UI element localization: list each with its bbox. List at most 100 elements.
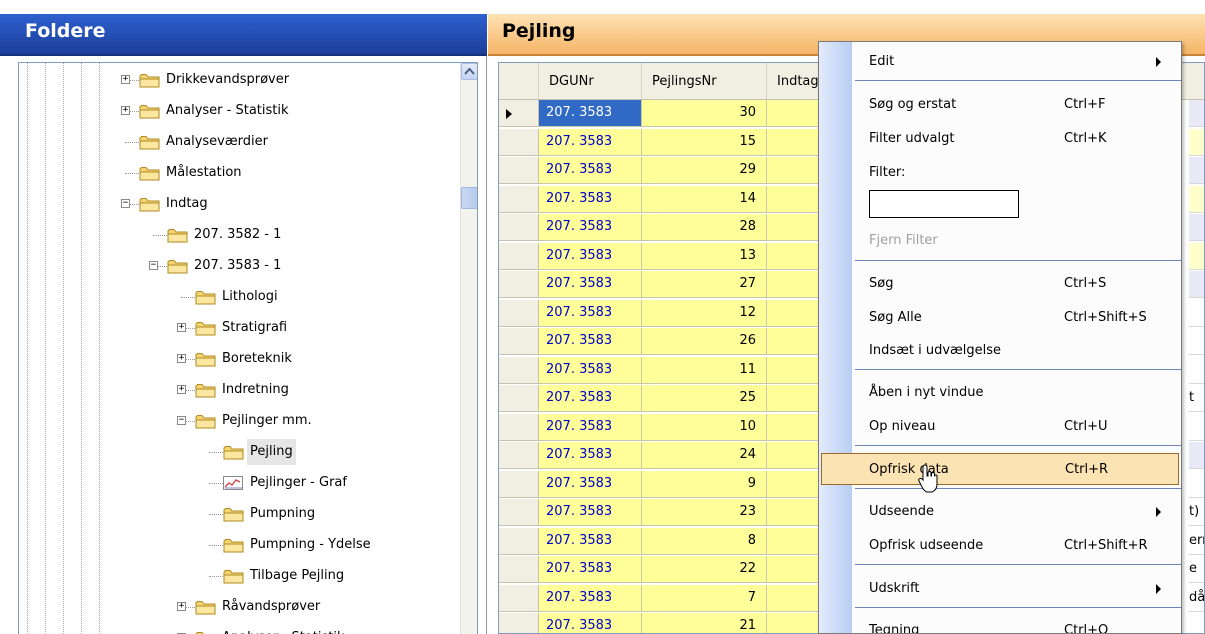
cell-dgunr[interactable]: 207. 3583 (539, 271, 642, 298)
menu-item-indsæt-i-udvælgelse[interactable]: Indsæt i udvælgelse (852, 335, 1181, 367)
expand-icon[interactable]: + (121, 75, 130, 84)
tree-node[interactable]: − Pejlinger mm. (19, 408, 459, 434)
cell-pejlingsnr[interactable]: 21 (642, 613, 767, 633)
cell-partial[interactable] (1189, 357, 1204, 384)
cell-dgunr[interactable]: 207. 3583 (539, 242, 642, 270)
tree-node-label[interactable]: Lithologi (219, 284, 281, 310)
tree-node-label[interactable]: Indretning (219, 377, 292, 403)
cell-partial[interactable] (1189, 157, 1204, 184)
tree-node[interactable]: Pejling (19, 439, 459, 465)
menu-item-søg-alle[interactable]: Søg Alle Ctrl+Shift+S (852, 302, 1181, 334)
tree-scrollbar[interactable] (460, 63, 477, 634)
row-selector[interactable] (499, 470, 539, 498)
cell-pejlingsnr[interactable]: 13 (642, 242, 767, 270)
expand-icon[interactable]: + (177, 602, 186, 611)
cell-partial[interactable] (1189, 185, 1204, 213)
cell-dgunr[interactable]: 207. 3583 (539, 584, 642, 612)
cell-dgunr[interactable]: 207. 3583 (539, 442, 642, 469)
row-selector[interactable] (499, 328, 539, 355)
tree-node-label[interactable]: Tilbage Pejling (247, 563, 347, 589)
cell-dgunr[interactable]: 207. 3583 (539, 499, 642, 526)
cell-pejlingsnr[interactable]: 27 (642, 271, 767, 298)
cell-dgunr[interactable]: 207. 3583 (539, 356, 642, 384)
menu-item-tegning[interactable]: Tegning Ctrl+Q (852, 615, 1181, 633)
tree-node-label[interactable]: Pumpning (247, 501, 318, 527)
row-selector[interactable] (499, 385, 539, 412)
tree-node[interactable]: + Boreteknik (19, 346, 459, 372)
cell-pejlingsnr[interactable]: 24 (642, 442, 767, 469)
cell-dgunr[interactable]: 207. 3583 (539, 527, 642, 555)
menu-item-udskrift[interactable]: Udskrift (852, 573, 1181, 605)
tree-node-label[interactable]: Analyser - Statistik (219, 625, 348, 634)
column-header-pejlingsnr[interactable]: PejlingsNr (642, 63, 767, 100)
expand-icon[interactable]: + (177, 354, 186, 363)
tree-node[interactable]: − Indtag (19, 191, 459, 217)
collapse-icon[interactable]: − (149, 261, 158, 270)
scroll-thumb[interactable] (461, 187, 477, 209)
collapse-icon[interactable]: − (177, 416, 186, 425)
menu-item-op-niveau[interactable]: Op niveau Ctrl+U (852, 411, 1181, 443)
cell-partial[interactable]: t (1189, 385, 1204, 412)
row-selector[interactable] (499, 271, 539, 298)
cell-pejlingsnr[interactable]: 29 (642, 157, 767, 184)
tree-node[interactable]: 207. 3582 - 1 (19, 222, 459, 248)
tree-node[interactable]: Analyseværdier (19, 129, 459, 155)
cell-partial[interactable] (1189, 471, 1204, 498)
cell-dgunr[interactable]: 207. 3583 (539, 385, 642, 412)
tree-node-label[interactable]: Indtag (163, 191, 211, 217)
cell-dgunr[interactable]: 207. 3583 (539, 157, 642, 184)
cell-partial[interactable] (1189, 128, 1204, 156)
tree-node[interactable]: Lithologi (19, 284, 459, 310)
cell-pejlingsnr[interactable]: 28 (642, 214, 767, 241)
collapse-icon[interactable]: − (121, 199, 130, 208)
tree-node[interactable]: + Indretning (19, 377, 459, 403)
scroll-up-button[interactable] (461, 63, 477, 80)
row-selector[interactable] (499, 413, 539, 441)
cell-dgunr[interactable]: 207. 3583 (539, 299, 642, 327)
row-selector[interactable] (499, 128, 539, 156)
row-selector[interactable] (499, 613, 539, 633)
cell-dgunr[interactable]: 207. 3583 (539, 413, 642, 441)
tree-node[interactable]: − 207. 3583 - 1 (19, 253, 459, 279)
cell-dgunr[interactable]: 207. 3583 (539, 185, 642, 213)
expand-icon[interactable]: + (177, 385, 186, 394)
cell-pejlingsnr[interactable]: 30 (642, 100, 767, 127)
row-selector[interactable] (499, 185, 539, 213)
cell-pejlingsnr[interactable]: 8 (642, 527, 767, 555)
tree-node[interactable]: Pejlinger - Graf (19, 470, 459, 496)
cell-partial[interactable] (1189, 300, 1204, 327)
tree-node[interactable]: + Råvandsprøver (19, 594, 459, 620)
menu-item-søg-og-erstat[interactable]: Søg og erstat Ctrl+F (852, 89, 1181, 121)
tree-node-label[interactable]: 207. 3582 - 1 (191, 222, 284, 248)
row-selector[interactable] (499, 242, 539, 270)
cell-partial[interactable] (1189, 613, 1204, 633)
cell-partial[interactable]: t) (1189, 499, 1204, 526)
cell-pejlingsnr[interactable]: 10 (642, 413, 767, 441)
row-selector[interactable] (499, 527, 539, 555)
cell-partial[interactable] (1189, 328, 1204, 355)
cell-pejlingsnr[interactable]: 9 (642, 470, 767, 498)
cell-partial[interactable]: då... (1189, 585, 1204, 612)
filter-input[interactable] (869, 190, 1019, 218)
cell-partial[interactable]: e (1189, 556, 1204, 583)
cell-partial[interactable] (1189, 442, 1204, 469)
cell-partial[interactable]: err... (1189, 528, 1204, 555)
row-selector[interactable] (499, 584, 539, 612)
tree-node[interactable]: Pumpning - Ydelse (19, 532, 459, 558)
cell-dgunr[interactable]: 207. 3583 (539, 100, 642, 127)
column-header-dgunr[interactable]: DGUNr (539, 63, 642, 100)
cell-pejlingsnr[interactable]: 26 (642, 328, 767, 355)
tree-node[interactable]: Målestation (19, 160, 459, 186)
row-selector[interactable] (499, 100, 539, 127)
cell-dgunr[interactable]: 207. 3583 (539, 613, 642, 633)
cell-dgunr[interactable]: 207. 3583 (539, 470, 642, 498)
tree-node[interactable]: +Analyser - Statistik (19, 625, 459, 634)
menu-item-udseende[interactable]: Udseende (852, 496, 1181, 528)
cell-dgunr[interactable]: 207. 3583 (539, 128, 642, 156)
cell-pejlingsnr[interactable]: 11 (642, 356, 767, 384)
tree-node[interactable]: + Stratigrafi (19, 315, 459, 341)
tree-node-label[interactable]: 207. 3583 - 1 (191, 253, 284, 279)
tree-node-label[interactable]: Boreteknik (219, 346, 295, 372)
tree-node[interactable]: Tilbage Pejling (19, 563, 459, 589)
cell-pejlingsnr[interactable]: 22 (642, 556, 767, 583)
